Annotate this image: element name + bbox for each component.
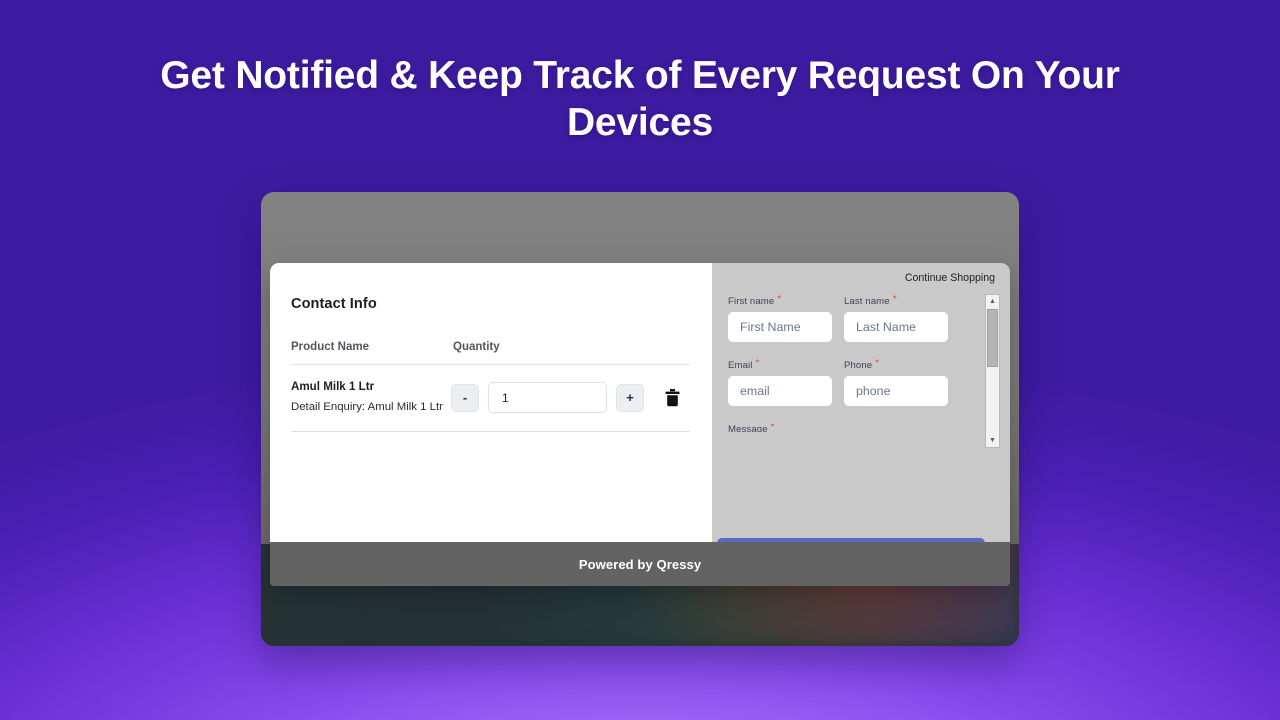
footer-bar: Powered by Qressy (270, 542, 1010, 586)
message-field-group: Message * (728, 424, 832, 432)
quantity-input[interactable] (488, 382, 607, 413)
column-header-product-name: Product Name (291, 341, 369, 353)
quantity-stepper: - + (451, 379, 683, 413)
email-input[interactable] (728, 376, 832, 406)
phone-label: Phone * (844, 358, 880, 372)
first-name-input[interactable] (728, 312, 832, 342)
email-field-group: Email * (728, 358, 832, 424)
scroll-up-arrow-icon[interactable]: ▲ (986, 295, 999, 308)
cart-pane: Contact Info Product Name Quantity Amul … (270, 263, 712, 583)
last-name-label: Last name * (844, 294, 897, 308)
message-label: Message * (728, 424, 775, 432)
last-name-field-group: Last name * (844, 294, 948, 360)
column-header-quantity: Quantity (453, 341, 500, 353)
required-asterisk: * (755, 358, 760, 369)
product-description: Detail Enquiry: Amul Milk 1 Ltr (291, 401, 443, 413)
last-name-input[interactable] (844, 312, 948, 342)
required-asterisk: * (777, 294, 782, 305)
phone-field-group: Phone * (844, 358, 948, 424)
increase-quantity-button[interactable]: + (616, 383, 644, 412)
first-name-label: First name * (728, 294, 782, 308)
decrease-quantity-button[interactable]: - (451, 383, 479, 412)
email-label: Email * (728, 358, 760, 372)
delete-item-button[interactable] (661, 385, 683, 411)
first-name-field-group: First name * (728, 294, 832, 360)
continue-shopping-link[interactable]: Continue Shopping (728, 272, 995, 284)
enquiry-form-pane: Continue Shopping First name * Last name… (712, 263, 1010, 583)
product-name: Amul Milk 1 Ltr (291, 380, 375, 393)
required-asterisk: * (770, 424, 775, 432)
product-info: Amul Milk 1 Ltr Detail Enquiry: Amul Mil… (291, 379, 451, 418)
required-asterisk: * (892, 294, 897, 305)
scroll-down-arrow-icon[interactable]: ▼ (986, 434, 999, 447)
scrollbar-thumb[interactable] (987, 309, 998, 367)
contact-form: First name * Last name * (728, 294, 948, 432)
form-scrollbar[interactable]: ▲ ▼ (985, 294, 1000, 448)
powered-by-label: Powered by Qressy (578, 556, 702, 572)
page-title: Get Notified & Keep Track of Every Reque… (160, 54, 1120, 144)
contact-info-heading: Contact Info (291, 296, 377, 312)
promotional-banner: Get Notified & Keep Track of Every Reque… (0, 0, 1280, 720)
cart-table-header: Product Name Quantity (291, 341, 690, 365)
phone-input[interactable] (844, 376, 948, 406)
required-asterisk: * (875, 358, 880, 369)
table-row: Amul Milk 1 Ltr Detail Enquiry: Amul Mil… (291, 365, 690, 432)
trash-icon (665, 388, 679, 406)
device-frame: Contact Info Product Name Quantity Amul … (261, 192, 1019, 646)
enquiry-modal: Contact Info Product Name Quantity Amul … (270, 263, 1010, 583)
